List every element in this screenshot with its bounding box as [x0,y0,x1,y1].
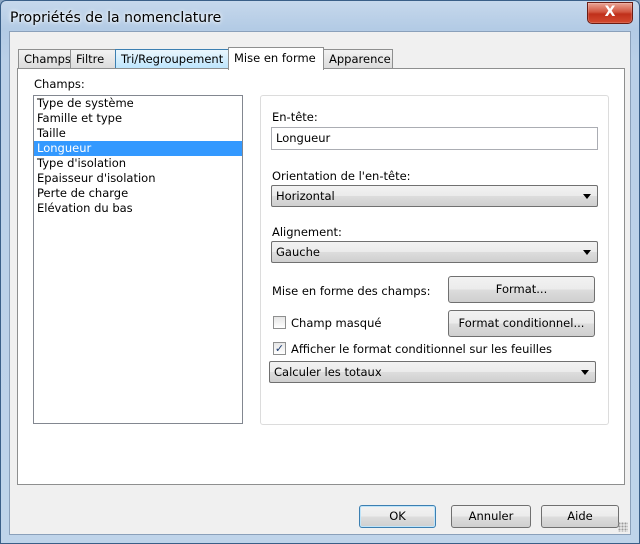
totals-value: Calculer les totaux [274,365,382,379]
field-format-label: Mise en forme des champs: [272,284,431,298]
header-text-value: Longueur [276,131,331,145]
checkmark-icon: ✓ [274,342,285,355]
header-orientation-select[interactable]: Horizontal [271,185,598,207]
dialog-button-bar: OK Annuler Aide [10,495,630,535]
alignment-value: Gauche [276,245,320,259]
chevron-down-icon [583,194,591,199]
chevron-down-icon [583,250,591,255]
list-item-selected[interactable]: Longueur [34,141,242,156]
list-item[interactable]: Type de système [34,96,242,111]
dialog-client-area: Champs Filtre Tri/Regroupement Mise en f… [9,31,631,535]
list-item[interactable]: Famille et type [34,111,242,126]
tab-sorting-grouping-label: Tri/Regroupement [121,52,224,66]
tab-fields-label: Champs [24,52,71,66]
tab-appearance-label: Apparence [329,52,391,66]
list-item[interactable]: Type d'isolation [34,156,242,171]
list-item[interactable]: Perte de charge [34,186,242,201]
close-button[interactable]: X [587,2,633,24]
fields-list[interactable]: Type de système Famille et type Taille L… [33,95,243,424]
tab-filter[interactable]: Filtre [70,49,116,68]
tab-appearance[interactable]: Apparence [323,49,393,68]
alignment-select[interactable]: Gauche [271,241,598,263]
totals-select[interactable]: Calculer les totaux [269,361,596,383]
show-conditional-format-label[interactable]: Afficher le format conditionnel sur les … [291,342,552,356]
format-button[interactable]: Format... [448,276,595,303]
header-orientation-label: Orientation de l'en-tête: [272,169,411,183]
header-label: En-tête: [272,110,318,124]
list-item[interactable]: Elévation du bas [34,201,242,216]
formatting-tab-panel: Champs: Type de système Famille et type … [17,68,625,485]
resize-grip-icon[interactable] [618,522,628,532]
list-item[interactable]: Epaisseur d'isolation [34,171,242,186]
header-text-input[interactable]: Longueur [271,127,598,150]
hidden-field-label[interactable]: Champ masqué [291,316,381,330]
close-icon: X [604,4,616,20]
properties-dialog: Propriétés de la nomenclature X Champs F… [0,0,640,544]
list-item[interactable]: Taille [34,126,242,141]
show-conditional-format-checkbox[interactable]: ✓ [273,342,286,355]
cancel-button[interactable]: Annuler [451,505,531,528]
fields-label: Champs: [34,77,85,91]
hidden-field-checkbox[interactable] [273,316,286,329]
conditional-format-button[interactable]: Format conditionnel... [448,310,595,337]
format-settings-group: En-tête: Longueur Orientation de l'en-tê… [260,95,609,425]
ok-button[interactable]: OK [359,505,436,528]
tab-formatting[interactable]: Mise en forme [228,47,324,70]
tab-filter-label: Filtre [76,52,105,66]
tab-sorting-grouping[interactable]: Tri/Regroupement [115,49,229,68]
title-bar[interactable]: Propriétés de la nomenclature X [1,1,639,35]
help-button[interactable]: Aide [541,505,619,528]
tab-formatting-label: Mise en forme [234,51,316,65]
tab-fields[interactable]: Champs [18,49,71,68]
chevron-down-icon [581,370,589,375]
window-title: Propriétés de la nomenclature [10,10,222,26]
alignment-label: Alignement: [272,225,342,239]
header-orientation-value: Horizontal [276,189,335,203]
